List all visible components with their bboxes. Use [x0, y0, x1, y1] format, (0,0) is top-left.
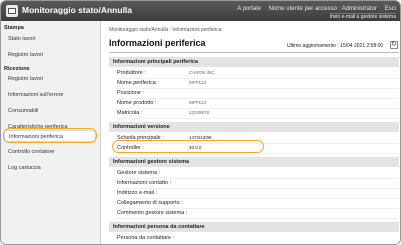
row-label: Matricola :	[117, 110, 143, 116]
info-row: Commento gestore sistema :	[117, 208, 399, 219]
row-label: Posizione :	[117, 90, 144, 96]
row-label: Produttore :	[117, 70, 146, 76]
controller-callout	[112, 140, 264, 153]
section-main-device-info: Informazioni principali periferica	[109, 57, 399, 67]
header-links: A portale Nome utente per accesso : Admi…	[231, 6, 396, 12]
sidebar-item-error-info[interactable]: Informazioni sull'errore	[4, 89, 96, 101]
row-value: CANON INC.	[189, 70, 216, 75]
row-label: Informazioni contatto :	[117, 180, 172, 186]
row-value: 12345678	[189, 110, 210, 115]
logged-user-label: Nome utente per accesso : Administrator	[268, 6, 377, 12]
row-label: Collegamento di supporto :	[117, 200, 183, 206]
info-row: Matricola : 12345678	[117, 108, 399, 119]
sidebar-group-receive: Ricezione	[4, 66, 30, 72]
portal-link[interactable]: A portale	[237, 6, 261, 12]
email-admin-button[interactable]: Invio e-mail a gestore sistema	[329, 13, 396, 20]
sidebar-item-print-job-log[interactable]: Registro lavori	[4, 49, 96, 61]
browser-frame: Monitoraggio stato/Annulla A portale Nom…	[0, 0, 401, 245]
sidebar-group-print: Stampa	[4, 25, 24, 31]
sidebar-item-cartridge-log[interactable]: Log cartuccia	[4, 162, 96, 174]
sidebar-item-receive-job-log[interactable]: Registro lavori	[4, 73, 96, 85]
row-label: Nome periferica :	[117, 80, 159, 86]
refresh-icon[interactable]	[390, 40, 398, 49]
row-label: Nome prodotto :	[117, 100, 157, 106]
row-value: MFP123	[189, 100, 207, 105]
row-label: Commento gestore sistema :	[117, 210, 188, 216]
breadcrumb[interactable]: Monitoraggio stato/Annulla : Informazion…	[109, 27, 222, 33]
page-title: Informazioni periferica	[109, 38, 206, 48]
row-label: Indirizzo e-mail :	[117, 190, 158, 196]
sidebar-item-print-job-status[interactable]: Stato lavori	[4, 33, 96, 45]
sidebar-item-consumables[interactable]: Consumabili	[4, 105, 96, 117]
section-version-info: Informazioni versione	[109, 122, 399, 132]
app-title: Monitoraggio stato/Annulla	[22, 5, 133, 15]
main-content: Monitoraggio stato/Annulla : Informazion…	[101, 21, 400, 244]
app-header: Monitoraggio stato/Annulla A portale Nom…	[1, 1, 400, 21]
last-update-text: Ultimo aggiornamento : 15/04 2021 2:58:0…	[287, 43, 384, 49]
title-divider	[109, 52, 399, 53]
sidebar-item-counter-check[interactable]: Controllo contatore	[4, 146, 96, 158]
monitor-app-icon	[6, 5, 18, 17]
section-contact-info: Informazioni persona da contattare	[109, 222, 399, 232]
row-value: MFP123	[189, 80, 207, 85]
section-admin-info: Informazioni gestore sistema	[109, 157, 399, 167]
fade-overlay	[109, 239, 399, 244]
selected-item-callout	[3, 128, 97, 143]
logout-link[interactable]: Esci	[385, 6, 396, 12]
row-label: Gestore sistema :	[117, 170, 161, 176]
